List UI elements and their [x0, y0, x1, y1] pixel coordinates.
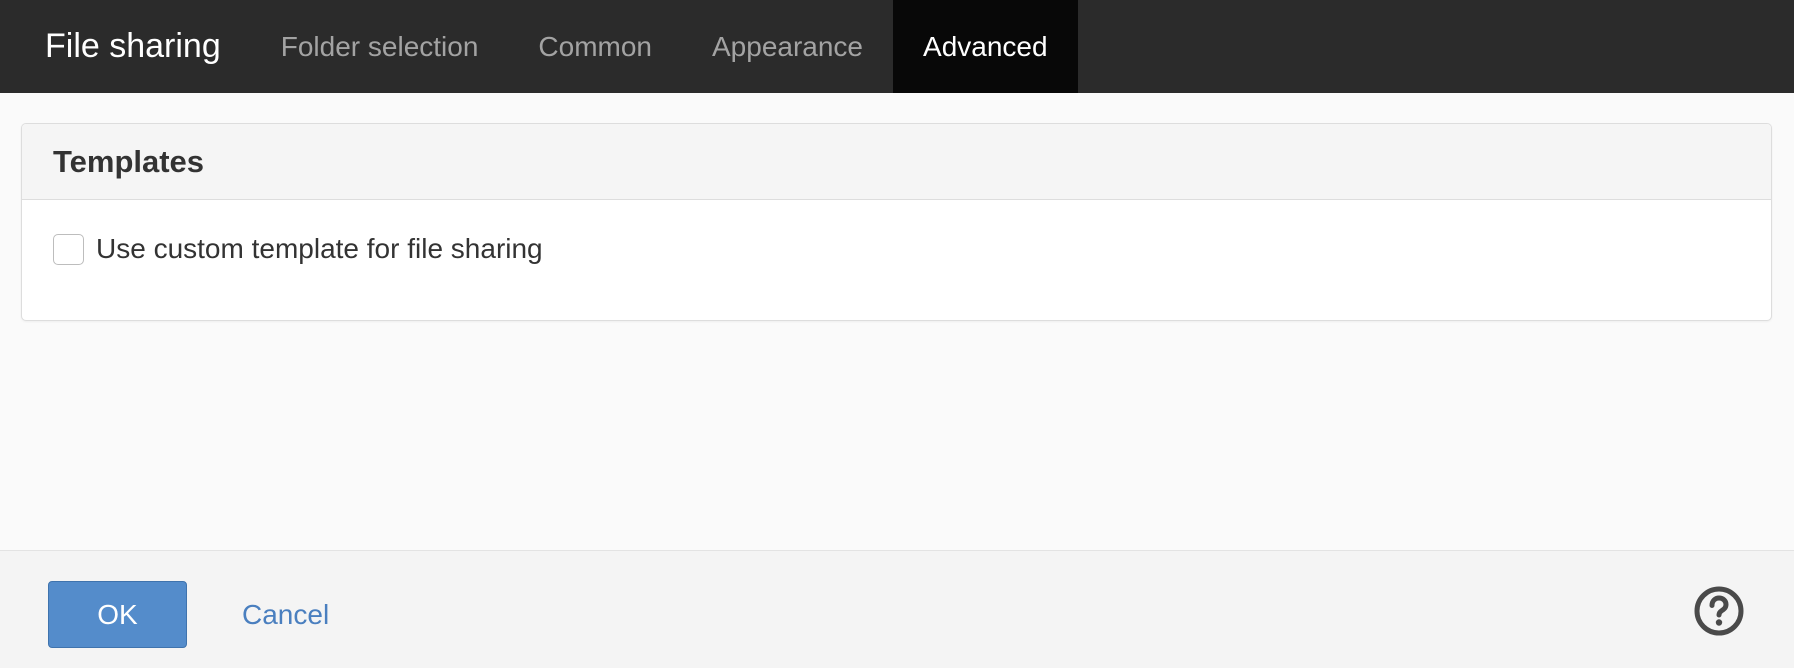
- panel-body: Use custom template for file sharing: [22, 200, 1771, 265]
- tab-folder-selection[interactable]: Folder selection: [251, 0, 509, 93]
- app-title: File sharing: [45, 27, 221, 65]
- tab-common[interactable]: Common: [508, 0, 682, 93]
- custom-template-checkbox[interactable]: [53, 233, 84, 265]
- help-circle-icon[interactable]: [1693, 585, 1745, 637]
- tab-appearance[interactable]: Appearance: [682, 0, 893, 93]
- tab-list: Folder selection Common Appearance Advan…: [251, 0, 1078, 93]
- custom-template-option[interactable]: Use custom template for file sharing: [53, 233, 1771, 265]
- tab-advanced[interactable]: Advanced: [893, 0, 1078, 93]
- ok-button[interactable]: OK: [48, 581, 187, 648]
- templates-panel: Templates Use custom template for file s…: [21, 123, 1772, 321]
- top-navigation-bar: File sharing Folder selection Common App…: [0, 0, 1794, 93]
- dialog-footer: OK Cancel: [0, 550, 1794, 668]
- custom-template-label[interactable]: Use custom template for file sharing: [96, 233, 543, 265]
- panel-heading: Templates: [22, 124, 1771, 200]
- cancel-link[interactable]: Cancel: [242, 581, 329, 648]
